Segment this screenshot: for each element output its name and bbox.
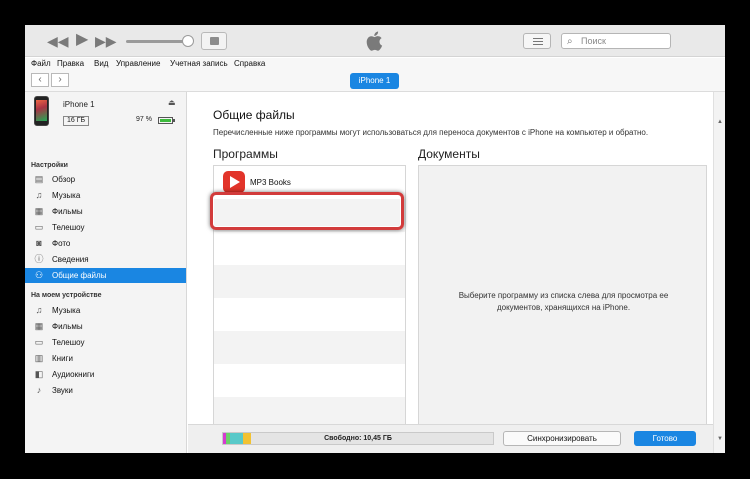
volume-knob[interactable] (182, 35, 194, 47)
music-note-icon: ♫ (35, 305, 43, 315)
search-input[interactable]: ⌕ Поиск (561, 33, 671, 49)
apps-header: Программы (213, 147, 278, 161)
eject-icon[interactable]: ⏏ (168, 98, 176, 107)
apple-logo-icon (366, 31, 383, 51)
sidebar-item-label: Обзор (52, 175, 76, 184)
bell-icon: ♪ (36, 385, 42, 395)
sidebar-item-settings-3[interactable]: ▭ Телешоу (25, 220, 186, 235)
sidebar-item-label: Телешоу (52, 223, 85, 232)
on-device-section-title: На моем устройстве (31, 292, 102, 299)
forward-button[interactable]: › (51, 73, 69, 87)
battery-icon (158, 117, 175, 124)
menu-controls[interactable]: Управление (116, 58, 160, 70)
storage-bar: Свободно: 10,45 ГБ (222, 432, 494, 445)
book-icon: ▥ (34, 353, 44, 363)
search-placeholder: Поиск (581, 36, 606, 46)
device-button[interactable]: iPhone 1 (350, 73, 399, 89)
sidebar-item-label: Фильмы (52, 207, 83, 216)
sync-button[interactable]: Синхронизировать (503, 431, 621, 446)
done-button[interactable]: Готово (634, 431, 696, 446)
sidebar-item-label: Музыка (52, 306, 81, 315)
menu-account[interactable]: Учетная запись (170, 58, 228, 70)
documents-hint: Выберите программу из списка слева для п… (458, 291, 669, 312)
search-icon: ⌕ (567, 36, 573, 47)
list-view-button[interactable] (523, 33, 551, 49)
music-note-icon: ♫ (35, 190, 43, 200)
back-button[interactable]: ‹ (31, 73, 49, 87)
device-capacity: 16 ГБ (63, 116, 90, 126)
toolbar: ◀◀ ▶ ▶▶ ⌕ Поиск (25, 25, 725, 57)
audiobook-icon: ◧ (34, 369, 44, 379)
free-space-label: Свободно: 10,45 ГБ (324, 435, 392, 442)
sidebar-item-label: Фильмы (52, 322, 83, 331)
sidebar-item-device-3[interactable]: ▥ Книги (25, 351, 186, 366)
sidebar-item-device-0[interactable]: ♫ Музыка (25, 303, 186, 318)
airplay-icon (210, 37, 219, 45)
list-item (214, 232, 405, 265)
sidebar-item-settings-4[interactable]: ◙ Фото (25, 236, 186, 251)
main-panel: Общие файлы Перечисленные ниже программы… (188, 92, 725, 453)
info-icon: ⓘ (34, 254, 44, 264)
highlight-frame (210, 192, 404, 230)
itunes-window: ◀◀ ▶ ▶▶ ⌕ Поиск Файл Правка Вид Управлен… (25, 25, 725, 453)
list-item (214, 298, 405, 331)
menu-file[interactable]: Файл (31, 58, 51, 70)
tv-icon: ▭ (34, 337, 44, 347)
film-icon: ▦ (34, 321, 44, 331)
page-description: Перечисленные ниже программы могут испол… (213, 128, 649, 137)
rewind-icon[interactable]: ◀◀ (47, 33, 69, 49)
sidebar-item-settings-1[interactable]: ♫ Музыка (25, 188, 186, 203)
volume-slider[interactable] (126, 40, 186, 43)
airplay-button[interactable] (201, 32, 227, 50)
settings-section-title: Настройки (31, 162, 68, 169)
iphone-icon (34, 96, 49, 126)
list-item (214, 364, 405, 397)
sidebar-item-label: Сведения (52, 255, 89, 264)
device-name: iPhone 1 (63, 100, 95, 109)
scroll-down-icon[interactable]: ▼ (717, 436, 723, 442)
summary-icon: ▤ (34, 174, 44, 184)
sidebar-item-label: Общие файлы (52, 271, 107, 280)
fast-forward-icon[interactable]: ▶▶ (95, 33, 117, 49)
menu-help[interactable]: Справка (234, 58, 265, 70)
documents-panel: Выберите программу из списка слева для п… (418, 165, 707, 447)
battery-percent: 97 % (136, 116, 152, 123)
sidebar-item-device-2[interactable]: ▭ Телешоу (25, 335, 186, 350)
sidebar-item-settings-0[interactable]: ▤ Обзор (25, 172, 186, 187)
sidebar-item-label: Телешоу (52, 338, 85, 347)
sidebar-item-label: Звуки (52, 386, 73, 395)
sidebar-item-settings-6[interactable]: ⚇ Общие файлы (25, 268, 186, 283)
scrollbar[interactable]: ▲ ▼ (713, 92, 725, 453)
tv-icon: ▭ (34, 222, 44, 232)
menu-edit[interactable]: Правка (57, 58, 84, 70)
list-item (214, 265, 405, 298)
sidebar: iPhone 1 ⏏ 16 ГБ 97 % Настройки ▤ Обзор ♫ М… (25, 92, 187, 453)
list-item (214, 331, 405, 364)
menu-view[interactable]: Вид (94, 58, 108, 70)
sidebar-item-label: Фото (52, 239, 71, 248)
documents-header: Документы (418, 147, 480, 161)
mp3-books-app-icon (223, 171, 245, 193)
sidebar-item-device-1[interactable]: ▦ Фильмы (25, 319, 186, 334)
app-name: MP3 Books (250, 178, 291, 187)
sidebar-item-label: Музыка (52, 191, 81, 200)
sidebar-item-device-4[interactable]: ◧ Аудиокниги (25, 367, 186, 382)
film-icon: ▦ (34, 206, 44, 216)
sidebar-item-device-5[interactable]: ♪ Звуки (25, 383, 186, 398)
bottom-bar: Свободно: 10,45 ГБ Синхронизировать Гото… (188, 424, 713, 453)
camera-icon: ◙ (36, 238, 42, 248)
sidebar-item-settings-2[interactable]: ▦ Фильмы (25, 204, 186, 219)
sidebar-item-settings-5[interactable]: ⓘ Сведения (25, 252, 186, 267)
menu-bar: Файл Правка Вид Управление Учетная запис… (25, 58, 725, 70)
scroll-up-icon[interactable]: ▲ (717, 119, 723, 125)
sidebar-item-label: Аудиокниги (52, 370, 95, 379)
sidebar-item-label: Книги (52, 354, 73, 363)
nav-bar: ‹ › iPhone 1 (25, 70, 725, 92)
apps-share-icon: ⚇ (34, 270, 44, 280)
page-title: Общие файлы (213, 108, 295, 122)
play-icon[interactable]: ▶ (76, 32, 88, 48)
